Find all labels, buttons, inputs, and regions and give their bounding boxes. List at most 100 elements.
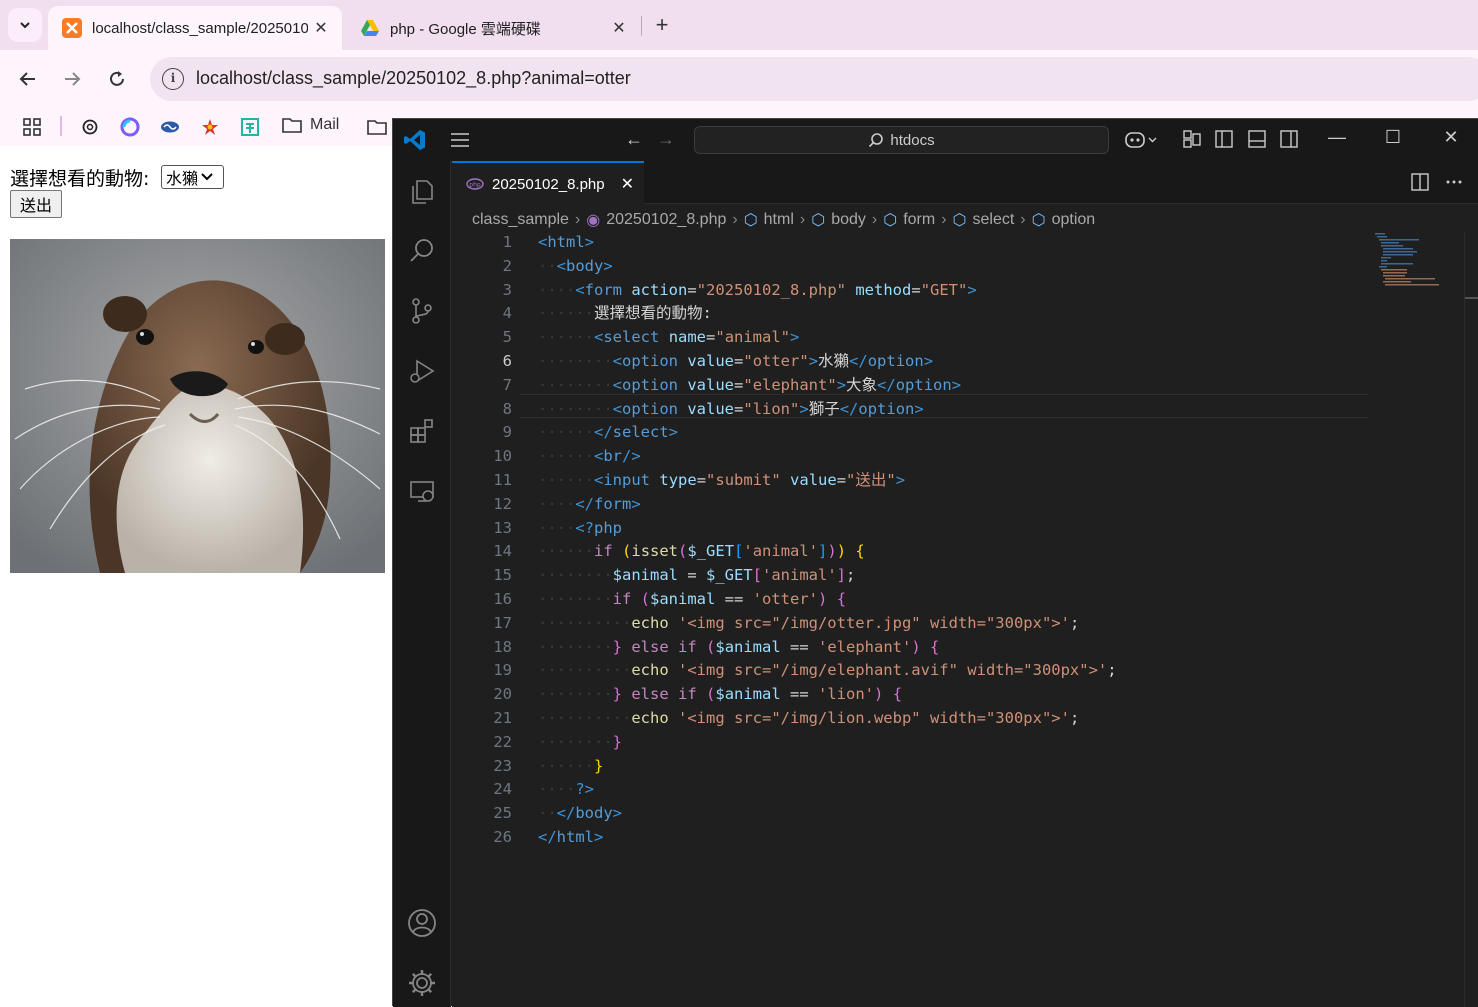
more-actions-icon[interactable] xyxy=(1445,173,1463,191)
code-line[interactable]: ····<?php xyxy=(538,517,1368,541)
breadcrumb-item[interactable]: class_sample xyxy=(472,211,569,229)
close-icon[interactable]: ✕ xyxy=(606,18,632,38)
tab-search-dropdown-button[interactable] xyxy=(8,8,42,42)
code-line[interactable]: ··········echo '<img src="/img/elephant.… xyxy=(538,659,1368,683)
code-token: 水獺 xyxy=(818,351,850,370)
browser-tab-localhost[interactable]: localhost/class_sample/20250102_8.php?an… xyxy=(48,6,342,50)
breadcrumb-item[interactable]: 20250102_8.php xyxy=(606,211,726,229)
vertical-scrollbar[interactable] xyxy=(1464,231,1478,1007)
code-line[interactable]: ······<br/> xyxy=(538,445,1368,469)
code-line[interactable]: ········$animal = $_GET['animal']; xyxy=(538,564,1368,588)
bookmark-wave-icon[interactable] xyxy=(159,116,181,138)
code-token: ( xyxy=(678,542,688,561)
code-line[interactable]: ········} else if ($animal == 'lion') { xyxy=(538,683,1368,707)
code-token: = xyxy=(696,470,707,489)
close-window-icon[interactable]: ✕ xyxy=(1428,127,1474,148)
breadcrumb-separator: › xyxy=(574,211,581,228)
back-button[interactable] xyxy=(15,66,41,92)
code-line[interactable]: ······<input type="submit" value="送出"> xyxy=(538,469,1368,493)
breadcrumb-item[interactable]: option xyxy=(1052,211,1096,229)
code-line[interactable]: ····</form> xyxy=(538,493,1368,517)
code-line[interactable]: ··········echo '<img src="/img/otter.jpg… xyxy=(538,612,1368,636)
minimap[interactable] xyxy=(1375,233,1445,289)
breadcrumb-item[interactable]: html xyxy=(764,211,794,229)
apps-grid-icon[interactable] xyxy=(21,116,43,138)
code-line[interactable]: ······</select> xyxy=(538,421,1368,445)
account-icon[interactable] xyxy=(404,905,440,941)
code-line[interactable]: ········<option value="elephant">大象</opt… xyxy=(538,374,1368,398)
bookmark-mail-folder[interactable]: Mail xyxy=(282,116,339,134)
new-tab-button[interactable]: + xyxy=(650,12,674,38)
editor-tab-php-file[interactable]: php 20250102_8.php ✕ xyxy=(452,161,644,205)
folder-icon[interactable] xyxy=(366,116,388,138)
minimize-icon[interactable]: — xyxy=(1314,127,1360,148)
bookmark-mail-label: Mail xyxy=(310,116,340,133)
reload-button[interactable] xyxy=(104,66,130,92)
toggle-secondary-sidebar-icon[interactable] xyxy=(1280,130,1298,148)
code-token: ) xyxy=(911,637,921,656)
code-line[interactable]: ······} xyxy=(538,755,1368,779)
code-line[interactable]: ········if ($animal == 'otter') { xyxy=(538,588,1368,612)
extensions-icon[interactable] xyxy=(404,413,440,449)
code-editor[interactable]: <html> ··<body> ····<form action="20250102… xyxy=(538,231,1368,850)
menu-icon[interactable] xyxy=(449,131,471,149)
code-line[interactable]: </html> xyxy=(538,826,1368,850)
animal-select[interactable]: 水獺 xyxy=(161,165,224,189)
arrow-left-icon[interactable]: ← xyxy=(625,129,643,150)
toggle-panel-icon[interactable] xyxy=(1248,130,1266,148)
code-line[interactable]: ····<form action="20250102_8.php" method… xyxy=(538,279,1368,303)
url-text[interactable]: localhost/class_sample/20250102_8.php?an… xyxy=(196,68,631,89)
gear-icon[interactable] xyxy=(404,965,440,1001)
split-editor-icon[interactable] xyxy=(1411,173,1429,191)
code-token: $animal xyxy=(715,637,781,656)
code-line[interactable]: ······if (isset($_GET['animal'])) { xyxy=(538,540,1368,564)
layout-panel-icon[interactable] xyxy=(1183,130,1201,148)
close-icon[interactable]: ✕ xyxy=(621,174,634,194)
submit-button[interactable]: 送出 xyxy=(10,190,62,218)
run-debug-icon[interactable] xyxy=(404,353,440,389)
code-line[interactable]: ······<select name="animal"> xyxy=(538,326,1368,350)
arrow-right-icon[interactable]: → xyxy=(657,129,675,150)
code-line[interactable]: ····?> xyxy=(538,778,1368,802)
element-symbol-icon: ⬡ xyxy=(1031,212,1046,229)
toggle-sidebar-icon[interactable] xyxy=(1215,130,1233,148)
code-token: = xyxy=(734,351,744,370)
forward-button[interactable] xyxy=(59,66,85,92)
code-line[interactable]: ········<option value="otter">水獺</option… xyxy=(538,350,1368,374)
maximize-icon[interactable]: ☐ xyxy=(1370,127,1416,148)
code-line[interactable]: ··<body> xyxy=(538,255,1368,279)
code-token: < xyxy=(538,233,548,251)
code-line[interactable]: ········} else if ($animal == 'elephant'… xyxy=(538,636,1368,660)
remote-explorer-icon[interactable] xyxy=(404,473,440,509)
code-line[interactable]: ··</body> xyxy=(538,802,1368,826)
search-icon[interactable] xyxy=(404,233,440,269)
code-line[interactable]: ··········echo '<img src="/img/lion.webp… xyxy=(538,707,1368,731)
browser-tab-google-drive[interactable]: php - Google 雲端硬碟 ✕ xyxy=(346,6,640,50)
chatgpt-icon[interactable] xyxy=(79,116,101,138)
site-info-icon[interactable]: i xyxy=(162,68,184,90)
copilot-icon[interactable] xyxy=(119,116,141,138)
code-token: ] xyxy=(836,566,846,585)
line-number: 17 xyxy=(493,613,512,632)
code-line[interactable]: ········<option value="lion">獅子</option> xyxy=(538,398,1368,422)
code-line[interactable]: <html> xyxy=(538,231,1368,255)
bookmark-star-icon[interactable] xyxy=(199,116,221,138)
source-control-icon[interactable] xyxy=(404,293,440,329)
bookmark-green-icon[interactable] xyxy=(239,116,261,138)
code-token: 獅子 xyxy=(808,399,840,418)
line-number: 14 xyxy=(493,542,512,561)
explorer-icon[interactable] xyxy=(404,173,440,209)
code-line[interactable]: ······選擇想看的動物: xyxy=(538,302,1368,326)
breadcrumb-item[interactable]: select xyxy=(972,211,1014,229)
code-token: '<img src="/img/lion.webp" width="300px"… xyxy=(678,708,1070,727)
close-icon[interactable]: ✕ xyxy=(308,18,334,38)
code-line[interactable]: ········} xyxy=(538,731,1368,755)
command-center-search[interactable]: htdocs xyxy=(694,126,1109,154)
breadcrumb-item[interactable]: form xyxy=(903,211,935,229)
copilot-icon[interactable] xyxy=(1124,130,1160,150)
line-number: 22 xyxy=(493,732,512,751)
svg-text:php: php xyxy=(469,182,481,189)
code-token: html xyxy=(547,233,585,251)
code-token: } xyxy=(612,732,622,751)
breadcrumb-item[interactable]: body xyxy=(831,211,866,229)
